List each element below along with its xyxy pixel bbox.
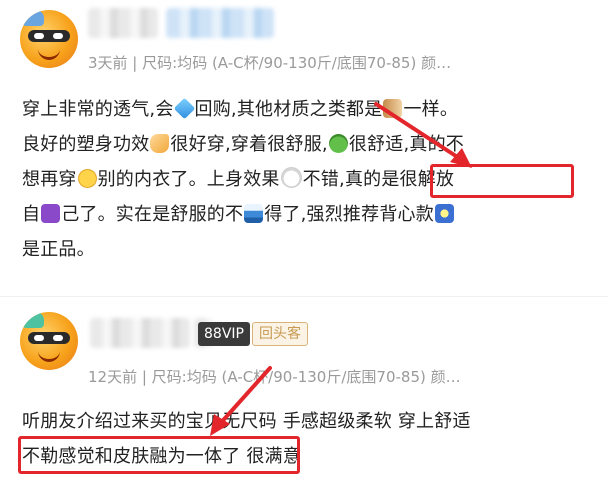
avatar-hat <box>22 10 44 26</box>
annotation-arrow-icon <box>210 366 272 436</box>
cloud-emoji-icon <box>280 167 302 188</box>
user-avatar[interactable] <box>20 312 78 370</box>
zodiac-emoji-icon <box>41 204 61 223</box>
review-card-1: 3天前 | 尺码:均码 (A-C杯/90-130斤/底围70-85) 颜… 穿上… <box>0 0 608 290</box>
vip-badge: 88VIP <box>198 322 250 346</box>
avatar-eye <box>53 335 63 341</box>
avatar-mouth <box>38 350 60 362</box>
user-avatar[interactable] <box>20 10 78 68</box>
avatar-mouth <box>38 48 60 60</box>
wave-emoji-icon <box>244 204 264 223</box>
avatar-eye <box>34 33 44 39</box>
review-line: 良好的塑身功效 很好穿,穿着很舒服, 很舒适,真的不 <box>22 134 464 155</box>
review-line: 是正品。 <box>22 239 95 260</box>
review-line: 自己了。实在是舒服的不 得了,强烈推荐背心款 <box>22 197 592 232</box>
divider <box>0 296 608 297</box>
pointing-hand-emoji-icon <box>150 134 170 153</box>
frog-emoji-icon <box>328 134 348 153</box>
avatar-eye <box>53 33 63 39</box>
review-meta: 3天前 | 尺码:均码 (A-C杯/90-130斤/底围70-85) 颜… <box>88 54 452 72</box>
blurred-username <box>166 8 274 38</box>
review-line: 穿上非常的透气,会 回购,其他材质之类都是 一样。 <box>22 97 459 120</box>
hushed-face-emoji-icon <box>77 169 97 188</box>
blurred-username <box>90 318 190 348</box>
avatar-eye <box>34 335 44 341</box>
review-card-2: 88VIP 回头客 12天前 | 尺码:均码 (A-C杯/90-130斤/底围7… <box>0 300 608 498</box>
review-line: 听朋友介绍过来买的宝贝无尺码 手感超级柔软 穿上舒适 <box>22 411 471 432</box>
star-emoji-icon <box>434 204 454 223</box>
blurred-username <box>88 8 158 38</box>
annotation-arrow-icon <box>374 102 472 168</box>
diamond-emoji-icon <box>173 97 195 120</box>
repeat-customer-badge: 回头客 <box>252 322 308 346</box>
avatar-hat <box>22 312 44 328</box>
